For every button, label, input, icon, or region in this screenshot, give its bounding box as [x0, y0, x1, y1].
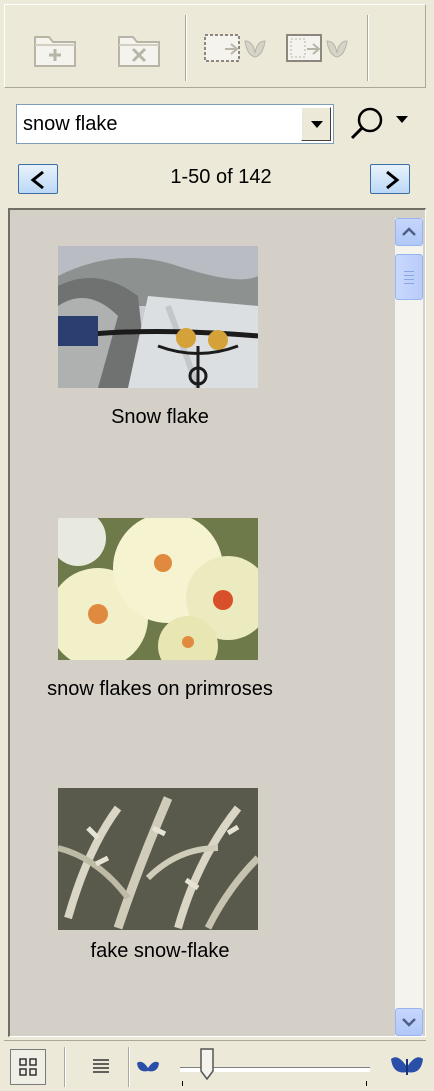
next-page-button[interactable] — [370, 164, 410, 194]
scroll-thumb[interactable] — [395, 254, 423, 300]
result-caption: fake snow-flake — [90, 940, 230, 962]
status-bar — [4, 1040, 426, 1089]
toolbar-separator — [185, 15, 187, 81]
folder-delete-icon — [113, 27, 165, 71]
search-input[interactable] — [17, 105, 297, 143]
search-row — [16, 104, 420, 148]
results-scrollbar[interactable] — [395, 218, 423, 1036]
folder-add-icon — [29, 27, 81, 71]
thumbnail-view-button[interactable] — [10, 1049, 46, 1085]
list-view-button[interactable] — [84, 1049, 120, 1085]
import-selection-button[interactable] — [201, 27, 271, 71]
result-thumbnail[interactable] — [58, 246, 258, 388]
import-all-button[interactable] — [283, 27, 353, 71]
status-separator — [64, 1047, 66, 1087]
magnifier-icon — [346, 107, 416, 149]
search-history-dropdown-button[interactable] — [301, 107, 331, 141]
result-caption: Snow flake — [111, 406, 209, 428]
search-button[interactable] — [346, 104, 416, 144]
pager: 1-50 of 142 — [16, 162, 420, 202]
scroll-down-button[interactable] — [395, 1008, 423, 1036]
large-butterfly-icon — [390, 1053, 424, 1087]
zoom-tick — [366, 1081, 367, 1086]
results-pane[interactable]: Snow flake snow flakes on primroses fake… — [8, 208, 426, 1037]
toolbar — [4, 4, 426, 88]
result-item[interactable]: fake snow-flake — [10, 788, 390, 988]
new-folder-button[interactable] — [29, 27, 81, 71]
previous-page-button[interactable] — [18, 164, 58, 194]
result-item[interactable]: Snow flake — [10, 246, 390, 446]
result-thumbnail[interactable] — [58, 518, 258, 660]
zoom-slider-thumb[interactable] — [199, 1047, 215, 1087]
page-range-label: 1-50 of 142 — [170, 166, 272, 188]
import-all-icon — [283, 27, 353, 71]
status-separator — [128, 1047, 130, 1087]
search-combobox[interactable] — [16, 104, 334, 144]
small-butterfly-icon — [136, 1059, 160, 1083]
toolbar-separator — [367, 15, 369, 81]
result-thumbnail[interactable] — [58, 788, 258, 930]
scroll-up-button[interactable] — [395, 218, 423, 246]
zoom-tick — [182, 1081, 183, 1086]
import-into-selection-icon — [201, 27, 271, 71]
delete-folder-button[interactable] — [113, 27, 165, 71]
result-caption: snow flakes on primroses — [47, 678, 273, 700]
result-item[interactable]: snow flakes on primroses — [10, 518, 390, 718]
